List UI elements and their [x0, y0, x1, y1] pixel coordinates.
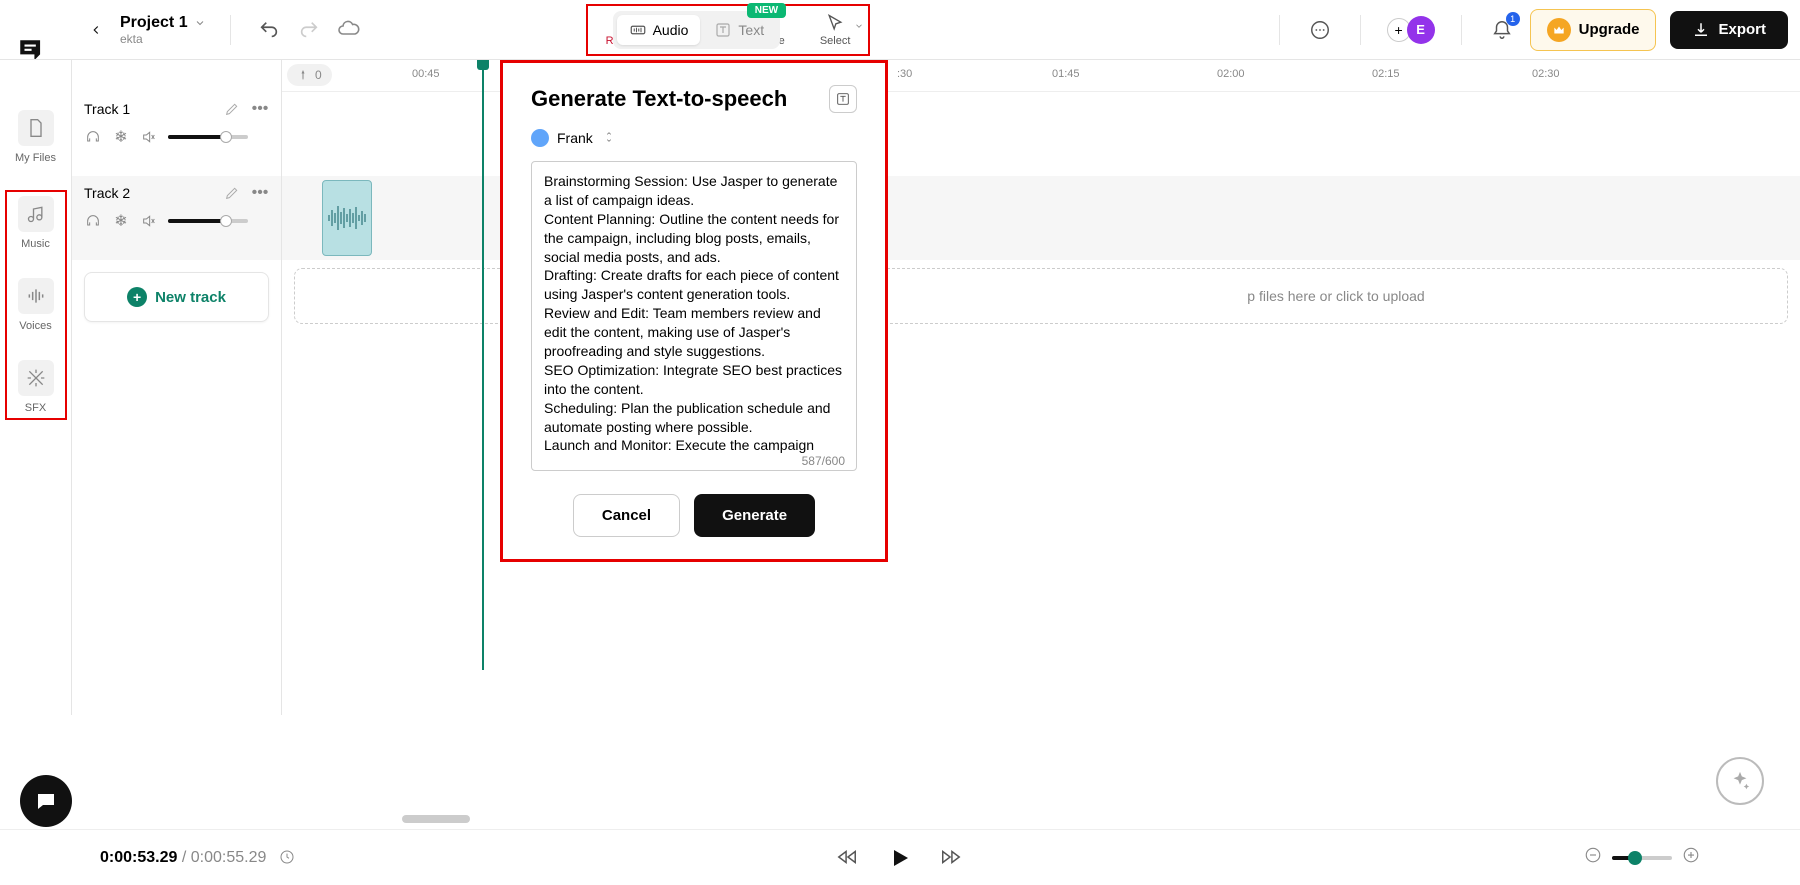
playhead[interactable] [482, 60, 484, 670]
redo-button[interactable] [295, 16, 323, 44]
generate-tts-button[interactable]: Generate [694, 494, 815, 537]
updown-icon [601, 130, 617, 146]
undo-button[interactable] [255, 16, 283, 44]
zoom-in-button[interactable] [1682, 846, 1700, 869]
sidebar-music[interactable]: Music [7, 196, 65, 250]
export-button[interactable]: Export [1670, 11, 1788, 49]
rewind-button[interactable] [836, 846, 860, 870]
char-count: 587/600 [802, 454, 845, 468]
project-owner: ekta [120, 32, 206, 46]
tts-modal: Generate Text-to-speech Frank 587/600 Ca… [500, 60, 888, 562]
h-scrollbar[interactable] [282, 815, 1800, 825]
chevron-down-icon[interactable] [194, 17, 206, 29]
music-icon [18, 196, 54, 232]
text-icon [714, 21, 732, 39]
mute-icon[interactable] [140, 128, 158, 146]
ai-fab[interactable] [1716, 757, 1764, 805]
sidebar-voices[interactable]: Voices [7, 278, 65, 332]
play-button[interactable] [888, 846, 912, 870]
edit-icon[interactable] [223, 100, 241, 118]
upgrade-button[interactable]: Upgrade [1530, 9, 1657, 51]
notifications-button[interactable]: 1 [1488, 16, 1516, 44]
tracks-panel: Track 1 ••• ❄ Track 2 ••• [72, 60, 282, 715]
cloud-sync-button[interactable] [335, 16, 363, 44]
sidebar: My Files Music Voices SFX [0, 60, 72, 715]
volume-slider[interactable] [168, 135, 248, 139]
tts-title: Generate Text-to-speech [531, 86, 787, 112]
download-icon [1692, 21, 1710, 39]
audio-clip[interactable] [322, 180, 372, 256]
header: Project 1 ekta Record Insert Generate Se… [0, 0, 1800, 60]
zoom-out-button[interactable] [1584, 846, 1602, 869]
tts-settings-icon[interactable] [829, 85, 857, 113]
new-badge: NEW [747, 3, 786, 18]
snowflake-icon[interactable]: ❄ [112, 212, 130, 230]
volume-slider[interactable] [168, 219, 248, 223]
footer: 0:00:53.29 / 0:00:55.29 [0, 829, 1800, 885]
comments-button[interactable] [1306, 16, 1334, 44]
back-button[interactable] [84, 18, 108, 42]
headphones-icon[interactable] [84, 212, 102, 230]
tts-textarea[interactable] [531, 161, 857, 471]
audio-icon [629, 21, 647, 39]
clock-icon[interactable] [279, 849, 295, 865]
notification-count: 1 [1506, 12, 1520, 26]
project-title[interactable]: Project 1 [120, 14, 188, 32]
track-1[interactable]: Track 1 ••• ❄ [72, 92, 281, 176]
edit-icon[interactable] [223, 184, 241, 202]
new-track-button[interactable]: + New track [84, 272, 269, 322]
sfx-icon [18, 360, 54, 396]
zoom-slider[interactable] [1612, 856, 1672, 860]
forward-button[interactable] [940, 846, 964, 870]
sidebar-my-files[interactable]: My Files [0, 110, 71, 164]
mode-toggle: Audio Text NEW [613, 11, 781, 49]
file-icon [18, 110, 54, 146]
marker-count[interactable]: 0 [287, 64, 332, 86]
text-mode[interactable]: Text [702, 15, 776, 45]
time-display: 0:00:53.29 / 0:00:55.29 [100, 849, 295, 867]
chevron-down-icon[interactable] [854, 21, 864, 31]
track-2[interactable]: Track 2 ••• ❄ [72, 176, 281, 260]
headphones-icon[interactable] [84, 128, 102, 146]
sidebar-sfx[interactable]: SFX [7, 360, 65, 414]
voice-selector[interactable]: Frank [531, 129, 857, 147]
snowflake-icon[interactable]: ❄ [112, 128, 130, 146]
more-icon[interactable]: ••• [251, 100, 269, 118]
waveform-icon [327, 203, 367, 233]
cursor-icon [825, 13, 845, 33]
chat-fab[interactable] [20, 775, 72, 827]
crown-icon [1547, 18, 1571, 42]
voices-icon [18, 278, 54, 314]
mute-icon[interactable] [140, 212, 158, 230]
more-icon[interactable]: ••• [251, 184, 269, 202]
cancel-button[interactable]: Cancel [573, 494, 680, 537]
voice-avatar [531, 129, 549, 147]
user-avatar[interactable]: E [1407, 16, 1435, 44]
select-button[interactable]: Select [820, 13, 851, 47]
audio-mode[interactable]: Audio [617, 15, 701, 45]
plus-icon: + [127, 287, 147, 307]
